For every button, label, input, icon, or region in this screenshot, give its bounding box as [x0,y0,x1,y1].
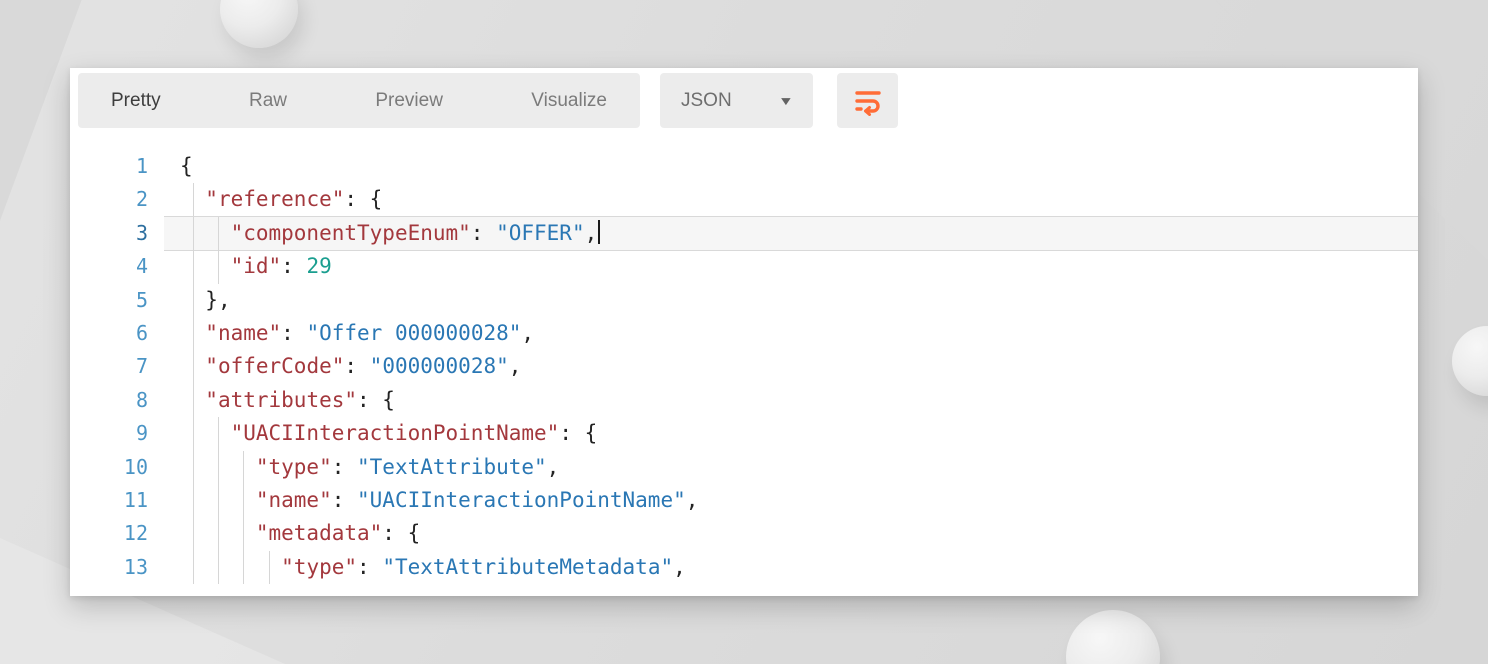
code-line-content: "componentTypeEnum": "OFFER", [164,217,1418,250]
code-line[interactable]: 10 "type": "TextAttribute", [70,451,1418,484]
format-dropdown-label: JSON [681,90,732,112]
indent-guide [243,484,244,517]
code-line-content: "name": "UACIInteractionPointName", [164,484,1418,517]
text-cursor [598,220,600,244]
format-dropdown[interactable]: JSON ▼ [660,73,813,128]
line-number: 10 [70,451,164,484]
indent-guide [193,183,194,216]
code-line[interactable]: 12 "metadata": { [70,517,1418,550]
indent-guide [218,451,219,484]
indent-guide [193,417,194,450]
line-number: 2 [70,183,164,216]
indent-guide [269,551,270,584]
line-number: 9 [70,417,164,450]
line-number: 4 [70,250,164,283]
indent-guide [193,451,194,484]
indent-guide [243,517,244,550]
tab-visualize[interactable]: Visualize [531,73,607,128]
indent-guide [193,284,194,317]
indent-guide [218,417,219,450]
code-line-content: "id": 29 [164,250,1418,283]
indent-guide [218,551,219,584]
line-number: 3 [70,217,164,250]
line-number: 1 [70,150,164,183]
indent-guide [243,451,244,484]
line-number: 6 [70,317,164,350]
code-line[interactable]: 9 "UACIInteractionPointName": { [70,417,1418,450]
indent-guide [193,484,194,517]
chevron-down-icon: ▼ [778,94,794,108]
tab-preview[interactable]: Preview [375,73,443,128]
indent-guide [193,317,194,350]
line-number: 8 [70,384,164,417]
indent-guide [193,350,194,383]
code-line[interactable]: 6 "name": "Offer 000000028", [70,317,1418,350]
indent-guide [193,517,194,550]
line-number: 7 [70,350,164,383]
response-view-tabs: Pretty Raw Preview Visualize [78,73,640,128]
code-line-content: "name": "Offer 000000028", [164,317,1418,350]
response-panel: Pretty Raw Preview Visualize JSON ▼ 1{2 … [70,68,1418,596]
indent-guide [193,384,194,417]
response-body-editor[interactable]: 1{2 "reference": {3 "componentTypeEnum":… [70,150,1418,584]
wrap-text-button[interactable] [837,73,898,128]
tab-pretty[interactable]: Pretty [111,73,161,128]
code-line[interactable]: 5 }, [70,284,1418,317]
indent-guide [193,551,194,584]
decorative-sphere-top [220,0,298,48]
code-line[interactable]: 8 "attributes": { [70,384,1418,417]
code-line-content: "type": "TextAttributeMetadata", [164,551,1418,584]
code-line-content: { [164,150,1418,183]
line-number: 13 [70,551,164,584]
line-number: 11 [70,484,164,517]
decorative-sphere-right [1452,326,1488,396]
code-line[interactable]: 1{ [70,150,1418,183]
code-line[interactable]: 3 "componentTypeEnum": "OFFER", [70,217,1418,250]
tab-raw[interactable]: Raw [249,73,287,128]
indent-guide [218,250,219,283]
code-line-content: "type": "TextAttribute", [164,451,1418,484]
indent-guide [218,517,219,550]
code-line[interactable]: 4 "id": 29 [70,250,1418,283]
code-line-content: "offerCode": "000000028", [164,350,1418,383]
code-line[interactable]: 11 "name": "UACIInteractionPointName", [70,484,1418,517]
code-line-content: }, [164,284,1418,317]
code-line-content: "attributes": { [164,384,1418,417]
indent-guide [218,484,219,517]
wrap-text-icon [853,86,883,116]
indent-guide [193,250,194,283]
code-line-content: "reference": { [164,183,1418,216]
code-line[interactable]: 2 "reference": { [70,183,1418,216]
code-line-content: "UACIInteractionPointName": { [164,417,1418,450]
line-number: 5 [70,284,164,317]
code-line[interactable]: 7 "offerCode": "000000028", [70,350,1418,383]
line-number: 12 [70,517,164,550]
code-line[interactable]: 13 "type": "TextAttributeMetadata", [70,551,1418,584]
decorative-sphere-bottom [1066,610,1160,664]
code-line-content: "metadata": { [164,517,1418,550]
indent-guide [193,217,194,250]
response-toolbar: Pretty Raw Preview Visualize JSON ▼ [78,73,898,128]
indent-guide [218,217,219,250]
indent-guide [243,551,244,584]
